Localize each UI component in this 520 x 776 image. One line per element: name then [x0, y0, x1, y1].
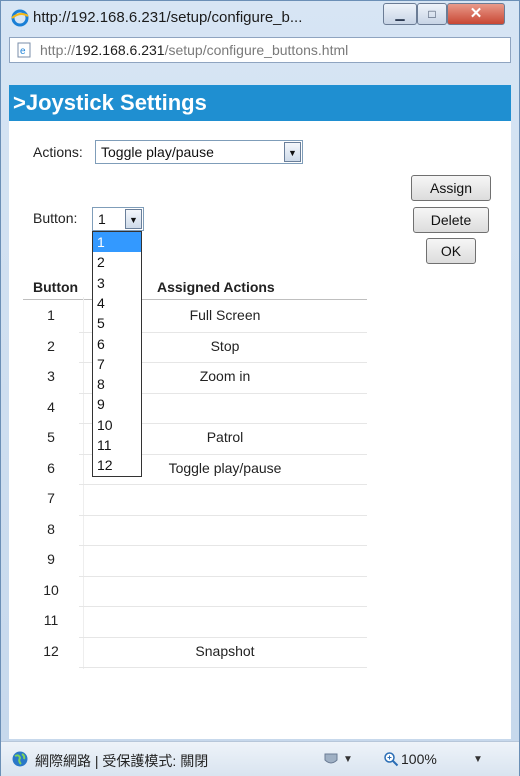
page-title: >Joystick Settings [13, 90, 207, 115]
chevron-down-icon[interactable]: ▼ [343, 754, 353, 765]
address-url: http://192.168.6.231/setup/configure_but… [40, 42, 348, 58]
maximize-button[interactable]: □ [417, 3, 447, 25]
actions-label: Actions: [33, 144, 83, 160]
chevron-down-icon[interactable]: ▼ [284, 142, 301, 162]
table-row-divider [79, 484, 367, 485]
assign-button[interactable]: Assign [411, 175, 491, 201]
table-cell-action: Zoom in [199, 368, 251, 384]
table-cell-button: 5 [47, 429, 55, 445]
ok-button[interactable]: OK [426, 238, 476, 264]
shield-icon[interactable] [323, 752, 339, 766]
minimize-icon: ▁ [395, 7, 405, 21]
dropdown-option[interactable]: 12 [93, 455, 141, 475]
url-host: 192.168.6.231 [75, 42, 165, 58]
table-cell-action: Patrol [206, 429, 244, 445]
delete-button[interactable]: Delete [413, 207, 489, 233]
button-dropdown-list[interactable]: 1 2 3 4 5 6 7 8 9 10 11 12 [92, 231, 142, 477]
table-cell-button: 12 [43, 642, 59, 659]
dropdown-option[interactable]: 1 [93, 232, 141, 252]
security-zone-text: 網際網路 | 受保護模式: 關閉 [35, 753, 209, 769]
minimize-button[interactable]: ▁ [383, 3, 417, 25]
title-bar[interactable]: http://192.168.6.231/setup/configure_b..… [1, 1, 519, 35]
dropdown-option[interactable]: 10 [93, 415, 141, 435]
table-cell-button: 2 [47, 337, 55, 354]
url-prefix: http:// [40, 42, 76, 58]
table-cell-button: 10 [43, 581, 59, 598]
chevron-down-icon[interactable]: ▼ [125, 209, 142, 229]
table-cell-action: Toggle play/pause [168, 459, 282, 476]
dropdown-option[interactable]: 3 [93, 273, 141, 293]
button-select-value: 1 [98, 211, 106, 227]
table-cell-action: Snapshot [195, 642, 255, 659]
actions-select-value: Toggle play/pause [101, 144, 214, 160]
close-icon: ✕ [469, 5, 483, 22]
browser-window: http://192.168.6.231/setup/configure_b..… [0, 0, 520, 776]
status-bar: 網際網路 | 受保護模式: 關閉 ▼ 100% ▼ [1, 741, 519, 776]
table-row-divider [79, 636, 367, 638]
ie-icon [11, 9, 29, 27]
table-row-divider [79, 575, 367, 577]
dropdown-option[interactable]: 7 [93, 354, 141, 374]
button-label: Button: [33, 210, 78, 226]
maximize-icon: □ [428, 7, 436, 21]
dropdown-option[interactable]: 5 [93, 313, 141, 333]
zoom-level[interactable]: 100% [401, 751, 437, 767]
globe-icon [12, 751, 28, 767]
page-header: >Joystick Settings [9, 85, 511, 121]
dropdown-option[interactable]: 11 [93, 435, 141, 455]
table-cell-button: 1 [47, 307, 55, 323]
dropdown-option[interactable]: 6 [93, 334, 141, 354]
table-row-divider [79, 606, 367, 607]
actions-select[interactable]: Toggle play/pause ▼ [95, 140, 303, 164]
table-row-divider [79, 514, 367, 516]
table-cell-action: Full Screen [189, 307, 261, 323]
column-header-button: Button [33, 279, 79, 295]
window-controls: ▁ □ ✕ [383, 3, 513, 25]
chevron-down-icon[interactable]: ▼ [473, 754, 483, 765]
dropdown-option[interactable]: 8 [93, 374, 141, 394]
table-cell-button: 6 [47, 459, 55, 476]
table-cell-button: 11 [43, 612, 59, 628]
dropdown-option[interactable]: 9 [93, 394, 141, 414]
table-row-divider [79, 545, 367, 546]
table-cell-button: 3 [47, 368, 55, 384]
table-cell-button: 7 [47, 490, 55, 506]
page-content: >Joystick Settings Actions: Toggle play/… [9, 85, 511, 739]
address-bar[interactable]: e http://192.168.6.231/setup/configure_b… [9, 37, 511, 63]
table-cell-button: 4 [47, 398, 55, 415]
button-select[interactable]: 1 ▼ [92, 207, 144, 231]
page-icon: e [17, 42, 31, 58]
dropdown-option[interactable]: 2 [93, 252, 141, 272]
dropdown-option[interactable]: 4 [93, 293, 141, 313]
table-header-divider [23, 299, 367, 300]
zoom-icon [384, 752, 399, 767]
table-row-divider [79, 667, 367, 668]
close-button[interactable]: ✕ [447, 3, 505, 25]
window-title: http://192.168.6.231/setup/configure_b..… [33, 9, 303, 26]
column-header-actions: Assigned Actions [157, 279, 275, 295]
table-column-divider [83, 297, 84, 669]
table-cell-button: 9 [47, 551, 55, 567]
svg-text:e: e [20, 46, 26, 57]
table-cell-action: Stop [210, 337, 240, 354]
url-path: /setup/configure_buttons.html [164, 42, 349, 58]
table-cell-button: 8 [47, 520, 55, 537]
